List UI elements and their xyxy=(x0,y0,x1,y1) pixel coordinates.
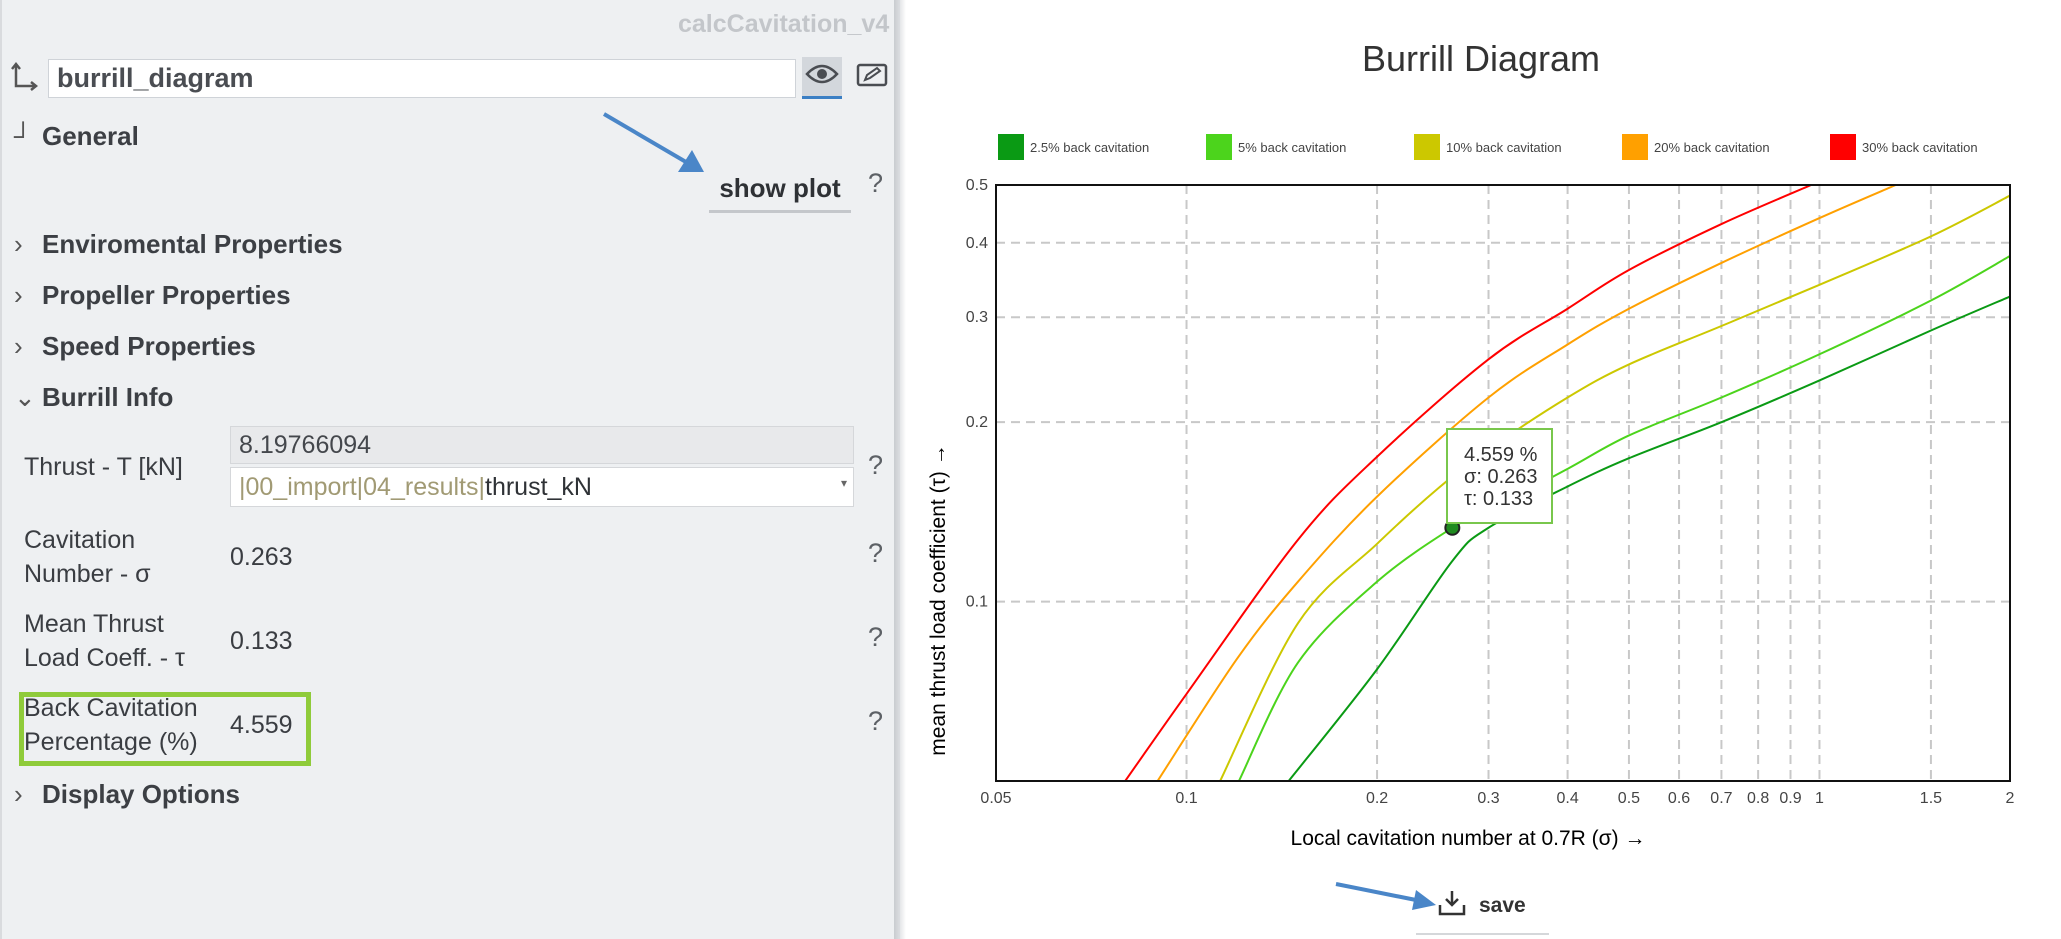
x-tick-label: 0.1 xyxy=(1175,790,1197,807)
y-tick-label: 0.3 xyxy=(966,309,988,326)
download-icon xyxy=(1437,889,1467,923)
annotation-arrow xyxy=(1335,882,1436,910)
y-axis-label: mean thrust load coefficient (τ) → xyxy=(927,444,950,755)
y-tick-label: 0.2 xyxy=(966,414,988,431)
x-tick-label: 0.7 xyxy=(1710,790,1732,807)
tooltip-tau: τ: 0.133 xyxy=(1464,488,1534,510)
x-axis-label: Local cavitation number at 0.7R (σ) → xyxy=(1291,827,1646,850)
x-tick-label: 0.4 xyxy=(1556,790,1578,807)
x-tick-label: 0.6 xyxy=(1668,790,1690,807)
y-tick-label: 0.4 xyxy=(966,235,988,252)
x-tick-label: 0.05 xyxy=(980,790,1011,807)
x-tick-label: 1 xyxy=(1815,790,1824,807)
y-tick-label: 0.1 xyxy=(966,594,988,611)
x-tick-label: 0.3 xyxy=(1477,790,1499,807)
y-tick-label: 0.5 xyxy=(966,177,988,194)
tooltip-percent: 4.559 % xyxy=(1464,444,1538,466)
x-tick-label: 0.5 xyxy=(1618,790,1640,807)
x-tick-label: 0.9 xyxy=(1779,790,1801,807)
save-underline xyxy=(1416,933,1549,935)
x-tick-label: 1.5 xyxy=(1920,790,1942,807)
burrill-chart: 0.05 0.1 0.2 0.3 0.4 0.5 0.6 0.7 0.8 0.9 1 1.5 2 0.1 0… xyxy=(927,177,2015,850)
point-tooltip: 4.559 % σ: 0.263 τ: 0.133 xyxy=(1446,428,1553,524)
x-tick-label: 2 xyxy=(2006,790,2015,807)
series-line-0 xyxy=(1287,295,2010,781)
x-tick-label: 0.2 xyxy=(1366,790,1388,807)
tooltip-sigma: σ: 0.263 xyxy=(1464,466,1538,488)
series-line-2 xyxy=(1219,194,2010,781)
save-button[interactable]: save xyxy=(1437,888,1526,924)
save-label: save xyxy=(1479,894,1526,917)
x-tick-label: 0.8 xyxy=(1747,790,1769,807)
